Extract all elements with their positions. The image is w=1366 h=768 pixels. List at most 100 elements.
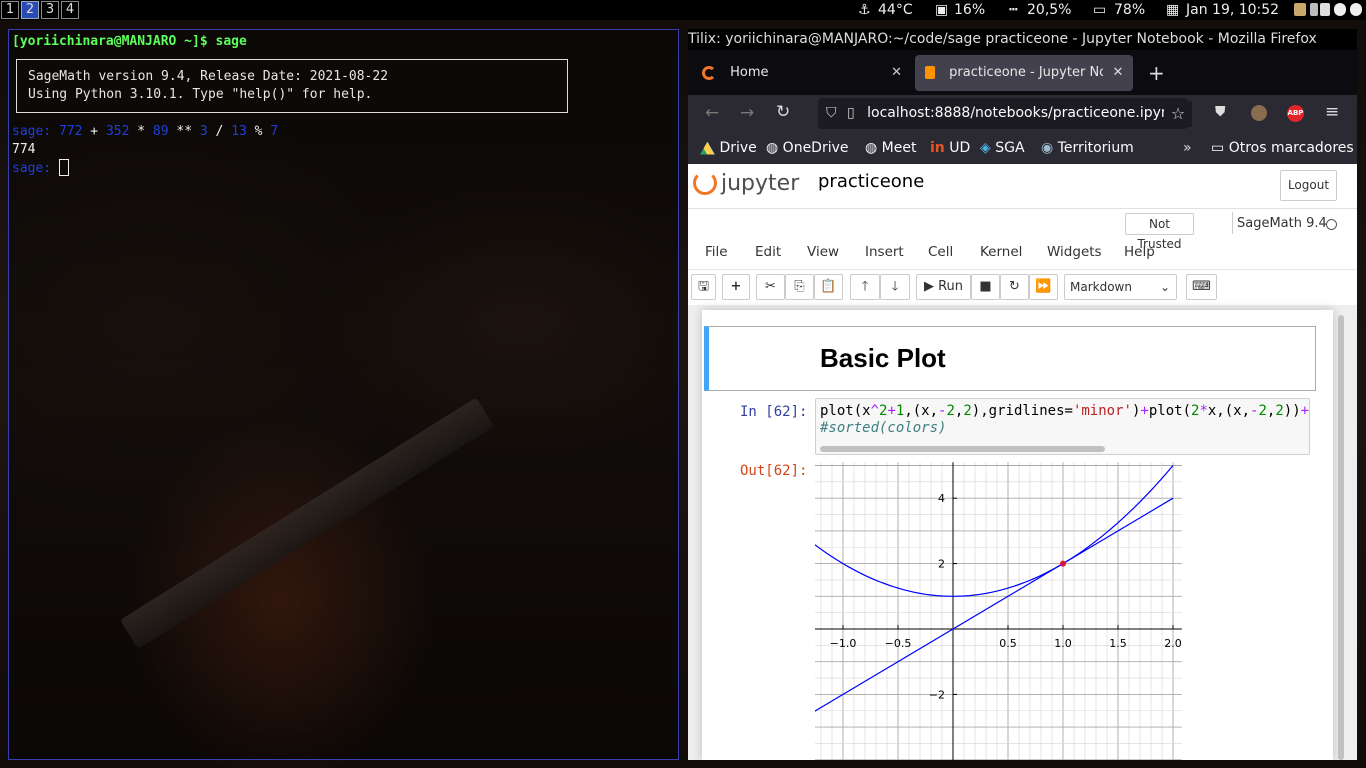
close-tab-icon[interactable]: ✕: [891, 55, 902, 91]
shield-icon: ⛉: [826, 105, 837, 121]
hamburger-menu-icon[interactable]: ≡: [1325, 102, 1339, 122]
volume-tray-icon[interactable]: [1350, 3, 1362, 16]
tab-home-label: Home: [730, 65, 769, 80]
keyboard-icon[interactable]: ⌨: [1186, 274, 1217, 300]
bookmark-drive[interactable]: Drive: [700, 133, 757, 164]
interrupt-icon[interactable]: ■: [971, 274, 1000, 300]
move-down-icon[interactable]: 🡓: [880, 274, 910, 300]
new-tab-icon[interactable]: +: [1148, 55, 1170, 91]
top-panel: 1 2 3 4 ⚓ 44°C ▣ 16% ┅ 20,5% ▭ 78% ▦ Jan…: [0, 0, 1366, 20]
shield-tray-icon[interactable]: [1334, 3, 1346, 16]
menu-kernel[interactable]: Kernel: [980, 244, 1022, 260]
files-tray-icon[interactable]: [1294, 3, 1306, 16]
x-tick-label: 1.0: [1054, 637, 1072, 650]
code-line-1: plot(x^2+1,(x,-2,2),gridlines='minor')+p…: [820, 403, 1310, 419]
jupyter-header: jupyter practiceone Logout: [688, 164, 1357, 209]
notebook-heading: Basic Plot: [820, 343, 946, 373]
forward-icon[interactable]: →: [740, 103, 754, 123]
adblock-icon[interactable]: ABP: [1287, 105, 1304, 122]
cut-icon[interactable]: ✂: [756, 274, 785, 300]
tab-practiceone[interactable]: practiceone - Jupyter Notebook ✕: [915, 55, 1133, 91]
url-bar[interactable]: ⛉ ▯ localhost:8888/notebooks/practiceone…: [818, 98, 1188, 129]
menu-insert[interactable]: Insert: [865, 244, 904, 260]
page-scrollbar[interactable]: [1338, 315, 1344, 760]
shell-prompt-line: [yoriichinara@MANJARO ~]$ sage: [12, 34, 247, 49]
bookmark-ud[interactable]: in UD: [930, 133, 970, 164]
bookmark-otros[interactable]: ▭ Otros marcadores: [1211, 133, 1354, 164]
terminal-window[interactable]: [yoriichinara@MANJARO ~]$ sage SageMath …: [8, 29, 679, 760]
globe-icon: ◍: [766, 140, 779, 156]
restart-icon[interactable]: ↻: [1000, 274, 1029, 300]
memory-icon: ┅: [1009, 2, 1018, 18]
folder-icon: ▭: [1211, 140, 1225, 156]
jupyter-wordmark[interactable]: jupyter: [721, 171, 799, 196]
markdown-cell[interactable]: Basic Plot: [704, 326, 1316, 391]
bookmark-territorium[interactable]: ◉ Territorium: [1041, 133, 1134, 164]
run-button[interactable]: ▶ Run: [916, 274, 971, 300]
page-info-icon: ▯: [846, 105, 855, 121]
workspace-1[interactable]: 1: [1, 1, 19, 19]
account-avatar[interactable]: [1251, 105, 1267, 121]
close-tab-icon[interactable]: ✕: [1103, 55, 1133, 91]
menu-edit[interactable]: Edit: [755, 244, 781, 260]
x-tick-label: −0.5: [885, 637, 912, 650]
menu-cell[interactable]: Cell: [928, 244, 953, 260]
calendar-icon: ▦: [1166, 2, 1180, 18]
cell-type-select[interactable]: Markdown ⌄: [1064, 274, 1177, 300]
horizontal-scrollbar[interactable]: [820, 446, 1105, 452]
network-tray-icon[interactable]: [1320, 3, 1330, 16]
code-cell-input[interactable]: plot(x^2+1,(x,-2,2),gridlines='minor')+p…: [815, 398, 1310, 455]
chevron-down-icon: ⌄: [1159, 280, 1170, 294]
more-bookmarks-icon[interactable]: »: [1183, 133, 1192, 164]
memory-value: 20,5%: [1027, 2, 1072, 18]
insert-cell-icon[interactable]: +: [722, 274, 750, 300]
run-all-icon[interactable]: ⏩: [1029, 274, 1058, 300]
output-prompt: Out[62]:: [740, 463, 808, 479]
x-tick-label: −1.0: [830, 637, 857, 650]
back-icon[interactable]: ←: [705, 103, 719, 123]
drive-icon: [700, 141, 715, 155]
ud-icon: in: [930, 140, 945, 156]
pocket-icon[interactable]: ⛊: [1215, 104, 1226, 120]
territorium-icon: ◉: [1041, 140, 1054, 156]
workspace-2[interactable]: 2: [21, 1, 39, 19]
sage-prompt-line[interactable]: sage:: [12, 159, 69, 177]
jupyter-page: jupyter practiceone Logout Not Trusted S…: [688, 164, 1357, 760]
notebook-title[interactable]: practiceone: [818, 171, 924, 192]
menu-help[interactable]: Help: [1124, 244, 1155, 260]
not-trusted-button[interactable]: Not Trusted: [1125, 213, 1194, 251]
datetime[interactable]: Jan 19, 10:52: [1186, 1, 1279, 19]
bookmark-meet[interactable]: ◍ Meet: [865, 133, 916, 164]
copy-icon[interactable]: ⎘: [785, 274, 814, 300]
save-icon[interactable]: 🖫: [691, 274, 716, 300]
move-up-icon[interactable]: 🡑: [850, 274, 880, 300]
tab-home[interactable]: Home ✕: [694, 55, 910, 91]
reload-icon[interactable]: ↻: [776, 102, 790, 122]
y-tick-label: 2: [938, 558, 945, 571]
sage-banner: SageMath version 9.4, Release Date: 2021…: [16, 59, 568, 113]
bookmark-star-icon[interactable]: ☆: [1164, 101, 1192, 127]
bookmark-sga[interactable]: ◈ SGA: [980, 133, 1025, 164]
kernel-name: SageMath 9.4: [1237, 216, 1327, 231]
menu-widgets[interactable]: Widgets: [1047, 244, 1102, 260]
jupyter-logo-icon[interactable]: [693, 171, 717, 195]
input-prompt: In [62]:: [740, 404, 808, 420]
logout-button[interactable]: Logout: [1280, 170, 1337, 201]
code-line-2: #sorted(colors): [820, 420, 947, 436]
text-cursor: [58, 159, 69, 176]
globe-icon: ◍: [865, 140, 878, 156]
battery-value: 78%: [1114, 2, 1146, 18]
clipboard-tray-icon[interactable]: [1310, 3, 1318, 16]
sage-input-line: sage: 772 + 352 * 89 ** 3 / 13 % 7: [12, 124, 279, 139]
workspace-4[interactable]: 4: [61, 1, 79, 19]
paste-icon[interactable]: 📋: [814, 274, 843, 300]
y-tick-label: −2: [929, 688, 945, 701]
notebook-area[interactable]: Basic Plot In [62]: plot(x^2+1,(x,-2,2),…: [688, 305, 1357, 760]
window-titlebar: Tilix: yoriichinara@MANJARO:~/code/sage …: [688, 29, 1357, 50]
menu-view[interactable]: View: [807, 244, 839, 260]
menu-file[interactable]: File: [705, 244, 728, 260]
x-tick-label: 2.0: [1164, 637, 1182, 650]
workspace-3[interactable]: 3: [41, 1, 59, 19]
jupyter-favicon-icon: [702, 65, 716, 80]
bookmark-onedrive[interactable]: ◍ OneDrive: [766, 133, 849, 164]
